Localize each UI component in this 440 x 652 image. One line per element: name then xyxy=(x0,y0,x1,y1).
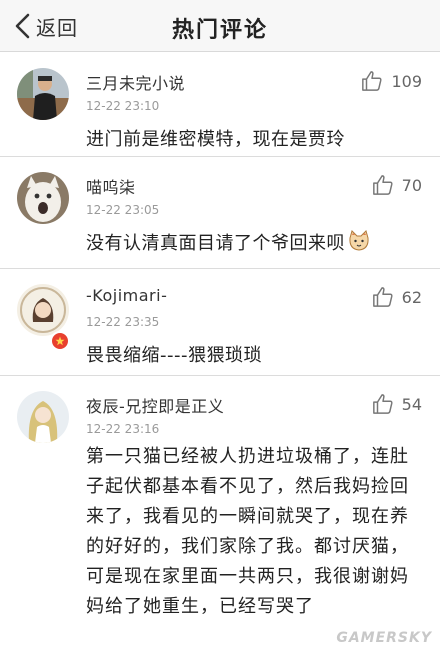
comment-text: 畏畏缩缩----猥猥琐琐 xyxy=(86,345,262,366)
timestamp: 12-22 23:10 xyxy=(86,99,160,113)
comment-item: -Kojimari- 12-22 23:35 62 畏畏缩缩----猥猥琐琐 xyxy=(0,269,440,376)
like-button[interactable]: 70 xyxy=(372,173,422,197)
like-button[interactable]: 109 xyxy=(361,69,422,93)
comment-text: 第一只猫已经被人扔进垃圾桶了，连肚子起伏都基本看不见了，然后我妈捡回来了，我看见… xyxy=(86,446,409,617)
timestamp: 12-22 23:16 xyxy=(86,422,160,436)
avatar[interactable] xyxy=(17,391,69,443)
like-count: 109 xyxy=(391,71,422,91)
cat-emoji-icon xyxy=(349,230,369,251)
comment-item: 夜辰-兄控即是正义 12-22 23:16 54 第一只猫已经被人扔进垃圾桶了，… xyxy=(0,376,440,652)
thumbs-up-icon xyxy=(372,175,393,195)
watermark: GAMERSKY xyxy=(336,630,432,646)
thumbs-up-icon xyxy=(362,71,382,91)
navigation-bar: 返回 热门评论 xyxy=(0,0,440,52)
avatar[interactable] xyxy=(17,284,69,336)
comment-list: 三月未完小说 12-22 23:10 109 进门前是维密模特，现在是贾玲 喵呜… xyxy=(0,53,440,652)
avatar[interactable] xyxy=(17,172,69,224)
comment-item: 喵呜柒 12-22 23:05 70 没有认清真面目请了个爷回来呗 xyxy=(0,157,440,269)
like-count: 70 xyxy=(401,175,422,195)
thumbs-up-icon xyxy=(372,394,393,414)
timestamp: 12-22 23:35 xyxy=(86,315,160,329)
timestamp: 12-22 23:05 xyxy=(86,203,160,217)
thumbs-up-icon xyxy=(372,287,393,307)
username[interactable]: 三月未完小说 xyxy=(86,70,185,94)
username[interactable]: 喵呜柒 xyxy=(86,174,136,198)
comment-item: 三月未完小说 12-22 23:10 109 进门前是维密模特，现在是贾玲 xyxy=(0,53,440,157)
username[interactable]: -Kojimari- xyxy=(86,286,167,305)
comment-text-content: 没有认清真面目请了个爷回来呗 xyxy=(86,233,345,254)
avatar[interactable] xyxy=(17,68,69,120)
like-count: 54 xyxy=(401,394,422,414)
star-badge-icon xyxy=(50,331,70,351)
like-button[interactable]: 54 xyxy=(372,392,422,416)
like-button[interactable]: 62 xyxy=(372,285,422,309)
comment-text: 进门前是维密模特，现在是贾玲 xyxy=(86,129,345,150)
comment-text: 没有认清真面目请了个爷回来呗 xyxy=(86,229,421,259)
page-title: 热门评论 xyxy=(171,18,268,43)
like-count: 62 xyxy=(401,287,422,307)
username[interactable]: 夜辰-兄控即是正义 xyxy=(86,393,224,417)
